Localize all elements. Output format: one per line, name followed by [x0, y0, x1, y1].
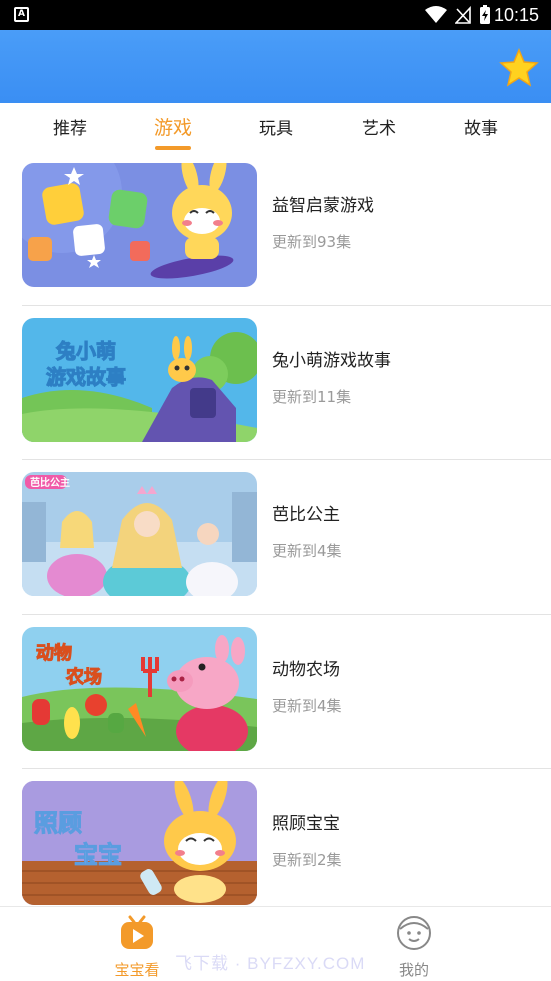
svg-text:农场: 农场 [65, 666, 102, 688]
list-item[interactable]: 兔小萌 游戏故事 兔小萌游戏故事 更新到11集 [0, 306, 551, 460]
watermark: 飞下载 · BYFZXY.COM [175, 954, 366, 973]
thumbnail-puzzle-games [22, 163, 257, 287]
item-title: 动物农场 [272, 659, 340, 680]
svg-text:宝宝: 宝宝 [74, 841, 122, 869]
nav-mine[interactable]: 我的 [374, 915, 454, 980]
list-item[interactable]: 芭比公主 芭比公主 更新到4集 [0, 460, 551, 615]
tab-art[interactable]: 艺术 [339, 114, 419, 139]
item-title: 照顾宝宝 [272, 814, 340, 834]
tv-play-icon [121, 915, 153, 949]
svg-text:芭比公主: 芭比公主 [30, 476, 70, 489]
list-item[interactable]: 益智启蒙游戏 更新到93集 [0, 151, 551, 306]
no-signal-icon [455, 6, 471, 24]
category-tabs: 推荐 游戏 玩具 艺术 故事 [0, 103, 551, 151]
nav-mine-label: 我的 [398, 961, 429, 979]
svg-text:动物: 动物 [36, 642, 72, 664]
tab-stories[interactable]: 故事 [441, 114, 521, 139]
tab-games[interactable]: 游戏 [133, 113, 213, 150]
status-bar: A 10:15 [0, 0, 551, 30]
list-item[interactable]: 照顾 宝宝 照顾宝宝 更新到2集 [0, 769, 551, 924]
thumbnail-barbie-princess: 芭比公主 [22, 472, 257, 596]
item-episode-count: 更新到2集 [272, 851, 342, 869]
app-notification-icon: A [14, 7, 29, 22]
app-header [0, 30, 551, 103]
bottom-navigation: 宝宝看 我的 飞下载 · BYFZXY.COM [0, 906, 551, 981]
item-title: 兔小萌游戏故事 [272, 350, 391, 371]
svg-text:兔小萌: 兔小萌 [55, 339, 116, 363]
item-episode-count: 更新到11集 [272, 387, 352, 406]
list-item[interactable]: 动物 农场 动物农场 更新到4集 [0, 615, 551, 769]
svg-text:游戏故事: 游戏故事 [46, 365, 126, 389]
battery-charging-icon [480, 5, 490, 24]
thumbnail-rabbit-stories: 兔小萌 游戏故事 [22, 317, 257, 442]
thumbnail-baby-care: 照顾 宝宝 [22, 781, 257, 905]
thumbnail-animal-farm: 动物 农场 [22, 626, 257, 751]
tab-games-label: 游戏 [153, 117, 192, 139]
content-list: 益智启蒙游戏 更新到93集 兔小萌 游戏故事 兔小萌游戏故事 更新到11集 芭比… [0, 151, 551, 924]
star-icon[interactable] [499, 48, 539, 88]
item-episode-count: 更新到93集 [272, 233, 352, 251]
nav-watch[interactable]: 宝宝看 [97, 915, 177, 980]
item-title: 芭比公主 [272, 505, 340, 525]
item-episode-count: 更新到4集 [272, 542, 342, 560]
item-title: 益智启蒙游戏 [272, 196, 374, 216]
clock: 10:15 [493, 5, 539, 25]
status-icons [425, 5, 491, 25]
tab-toys[interactable]: 玩具 [236, 114, 316, 139]
wifi-icon [425, 6, 447, 23]
item-episode-count: 更新到4集 [272, 696, 342, 715]
nav-watch-label: 宝宝看 [114, 961, 160, 979]
tab-recommend[interactable]: 推荐 [30, 114, 110, 139]
active-tab-indicator [155, 146, 191, 150]
svg-text:照顾: 照顾 [34, 809, 82, 837]
face-profile-icon [397, 916, 431, 950]
